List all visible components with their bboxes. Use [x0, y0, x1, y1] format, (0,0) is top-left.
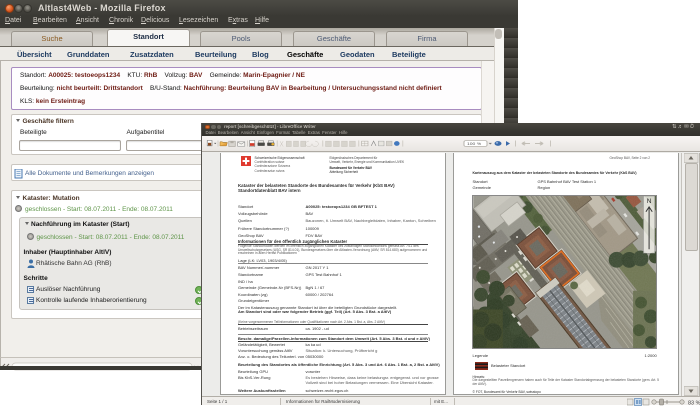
svg-text:100 %: 100 % [467, 142, 481, 146]
svg-text:N: N [647, 197, 652, 204]
svg-text:83 %: 83 % [688, 401, 700, 406]
